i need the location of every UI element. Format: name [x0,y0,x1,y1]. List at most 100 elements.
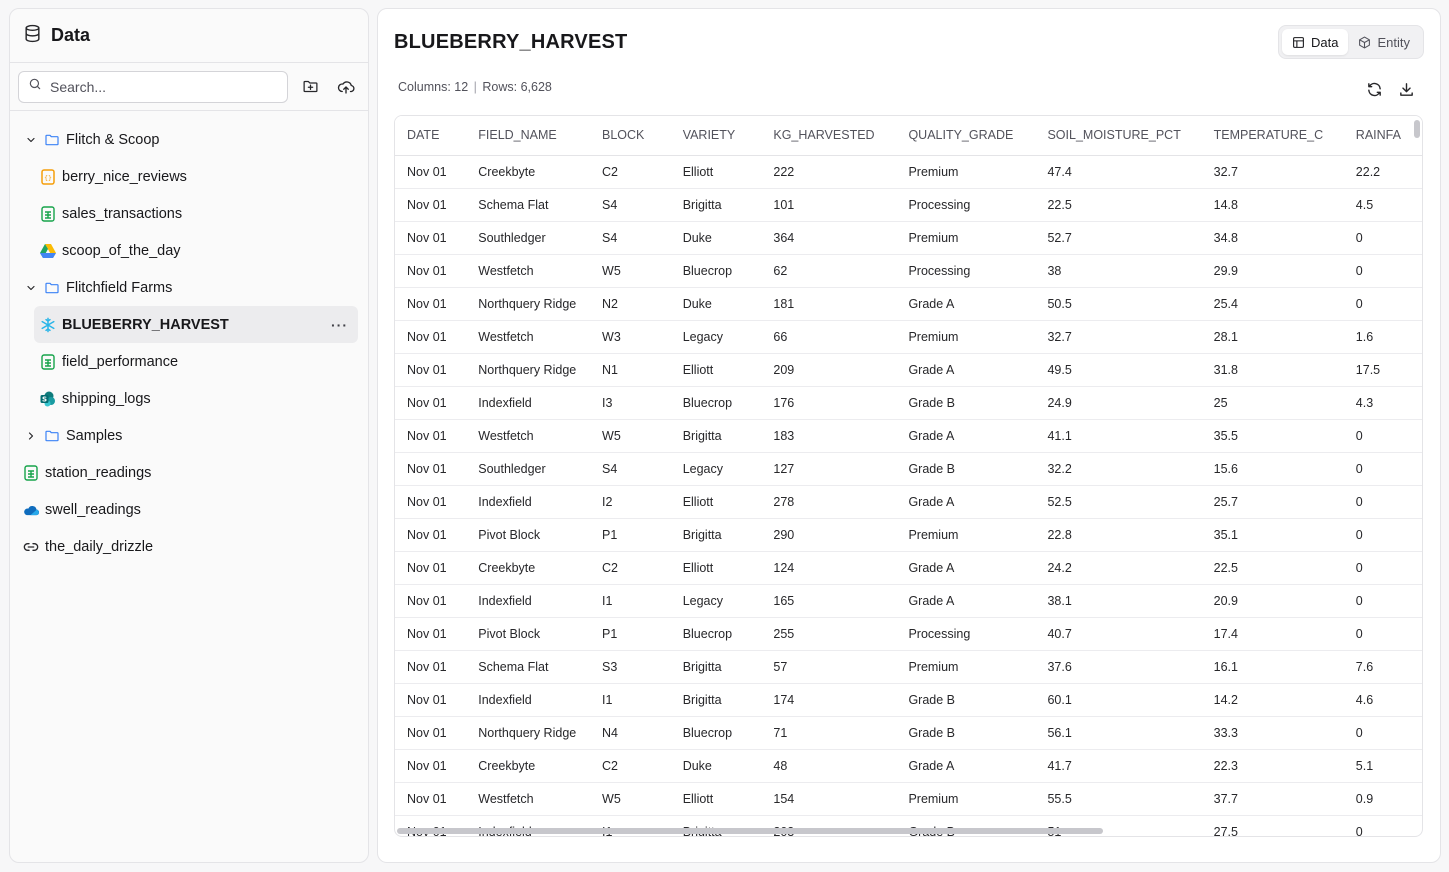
table-cell: Nov 01 [395,320,467,354]
column-header[interactable]: DATE [395,116,467,156]
table-cell: S4 [590,221,671,255]
table-cell: Nov 01 [395,254,467,288]
data-table-container[interactable]: DATE FIELD_NAME BLOCK VARIETY KG_HARVESTED QU… [394,115,1423,837]
tree-item-station-readings[interactable]: station_readings [10,454,368,491]
table-row[interactable]: Nov 01 Westfetch W3 Legacy 66 Premium 32.7 28.1… [395,320,1422,354]
table-cell: Bluecrop [670,617,762,651]
more-options-icon[interactable]: ··· [331,317,348,333]
upload-button[interactable] [332,73,360,101]
table-row[interactable]: Nov 01 Northquery Ridge N4 Bluecrop 71 Grade … [395,716,1422,750]
table-cell: 1.6 [1343,320,1422,354]
table-cell: 25.4 [1201,287,1344,321]
table-cell: Processing [896,188,1036,222]
table-row[interactable]: Nov 01 Indexfield I2 Elliott 278 Grade A 52.5 2… [395,485,1422,519]
table-cell: 101 [761,188,897,222]
table-row[interactable]: Nov 01 Westfetch W5 Bluecrop 62 Processing 38 2… [395,254,1422,288]
column-header[interactable]: FIELD_NAME [466,116,591,156]
spreadsheet-icon [23,464,39,481]
table-row[interactable]: Nov 01 Creekbyte C2 Elliott 222 Premium 47.4 32… [395,155,1422,189]
refresh-button[interactable] [1360,75,1388,103]
column-header[interactable]: QUALITY_GRADE [896,116,1036,156]
table-cell: Nov 01 [395,683,467,717]
tree-item-berry-nice-reviews[interactable]: {} berry_nice_reviews [10,158,368,195]
table-row[interactable]: Nov 01 Pivot Block P1 Bluecrop 255 Processing… [395,617,1422,651]
column-header[interactable]: VARIETY [670,116,762,156]
table-cell: Westfetch [466,419,591,453]
table-cell: 52.5 [1035,485,1202,519]
table-cell: Elliott [670,551,762,585]
table-meta: Columns: 12 | Rows: 6,628 [398,80,552,94]
table-cell: Brigitta [670,683,762,717]
folder-label: Samples [66,427,123,444]
table-cell: 24.9 [1035,386,1202,420]
table-cell: 290 [761,518,897,552]
table-row[interactable]: Nov 01 Southledger S4 Legacy 127 Grade B 32.2 1… [395,452,1422,486]
table-row[interactable]: Nov 01 Schema Flat S3 Brigitta 57 Premium 37.6… [395,650,1422,684]
column-header[interactable]: TEMPERATURE_C [1201,116,1344,156]
table-cell: C2 [590,551,671,585]
table-row[interactable]: Nov 01 Indexfield I3 Bluecrop 176 Grade B 24.9… [395,386,1422,420]
entity-view-tab[interactable]: Entity [1348,29,1420,55]
chevron-down-icon [24,282,38,294]
table-cell: 60.1 [1035,683,1202,717]
column-header[interactable]: RAINFA [1343,116,1422,156]
table-row[interactable]: Nov 01 Northquery Ridge N1 Elliott 209 Grade … [395,353,1422,387]
table-row[interactable]: Nov 01 Schema Flat S4 Brigitta 101 Processing… [395,188,1422,222]
tree-item-label: berry_nice_reviews [62,168,187,185]
table-row[interactable]: Nov 01 Pivot Block P1 Brigitta 290 Premium 22.… [395,518,1422,552]
table-row[interactable]: Nov 01 Westfetch W5 Elliott 154 Premium 55.5 37… [395,782,1422,816]
column-header[interactable]: BLOCK [590,116,671,156]
search-input[interactable] [50,78,270,95]
horizontal-scrollbar[interactable] [397,828,1103,834]
table-cell: Grade A [896,551,1036,585]
table-cell: S4 [590,452,671,486]
column-header[interactable]: SOIL_MOISTURE_PCT [1035,116,1202,156]
table-cell: 127 [761,452,897,486]
table-cell: Nov 01 [395,650,467,684]
download-button[interactable] [1392,75,1420,103]
tree-item-swell-readings[interactable]: swell_readings [10,491,368,528]
table-row[interactable]: Nov 01 Creekbyte C2 Duke 48 Grade A 41.7 22.3 5.… [395,749,1422,783]
table-cell: Nov 01 [395,551,467,585]
table-cell: 52.7 [1035,221,1202,255]
table-cell: 25.7 [1201,485,1344,519]
table-row[interactable]: Nov 01 Northquery Ridge N2 Duke 181 Grade A 50… [395,287,1422,321]
tree-item-label: field_performance [62,353,179,370]
tree-folder-samples[interactable]: Samples [10,417,368,454]
table-cell: 32.7 [1035,320,1202,354]
table-cell: Nov 01 [395,287,467,321]
table-cell: Northquery Ridge [466,716,591,750]
table-cell: Premium [896,518,1036,552]
table-row[interactable]: Nov 01 Westfetch W5 Brigitta 183 Grade A 41.1 3… [395,419,1422,453]
table-row[interactable]: Nov 01 Southledger S4 Duke 364 Premium 52.7 34.… [395,221,1422,255]
table-cell: 4.6 [1343,683,1422,717]
data-view-tab[interactable]: Data [1282,29,1349,55]
link-icon [23,539,39,555]
table-cell: 41.7 [1035,749,1202,783]
tree-item-shipping-logs[interactable]: S shipping_logs [10,380,368,417]
table-cell: 29.9 [1201,254,1344,288]
tree-folder-flitchfield-farms[interactable]: Flitchfield Farms [10,269,368,306]
table-cell: 4.5 [1343,188,1422,222]
table-row[interactable]: Nov 01 Indexfield I1 Legacy 165 Grade A 38.1 20… [395,584,1422,618]
tree-item-label: BLUEBERRY_HARVEST [62,316,229,333]
table-cell: 278 [761,485,897,519]
table-cell: 22.5 [1201,551,1344,585]
table-cell: 0 [1343,518,1422,552]
tree-item-the-daily-drizzle[interactable]: the_daily_drizzle [10,528,368,565]
table-cell: Indexfield [466,683,591,717]
tree-folder-flitch-scoop[interactable]: Flitch & Scoop [10,121,368,158]
new-folder-button[interactable] [296,73,324,101]
tree-item-sales-transactions[interactable]: sales_transactions [10,195,368,232]
table-cell: Indexfield [466,386,591,420]
tree-item-field-performance[interactable]: field_performance [10,343,368,380]
spreadsheet-icon [40,205,56,222]
column-header[interactable]: KG_HARVESTED [761,116,897,156]
table-cell: I1 [590,683,671,717]
tree-item-scoop-of-the-day[interactable]: scoop_of_the_day [10,232,368,269]
tree-item-blueberry-harvest[interactable]: BLUEBERRY_HARVEST ··· [34,306,358,343]
vertical-scrollbar[interactable] [1414,120,1420,138]
table-cell: Grade B [896,716,1036,750]
table-row[interactable]: Nov 01 Indexfield I1 Brigitta 174 Grade B 60.1… [395,683,1422,717]
table-row[interactable]: Nov 01 Creekbyte C2 Elliott 124 Grade A 24.2 22… [395,551,1422,585]
